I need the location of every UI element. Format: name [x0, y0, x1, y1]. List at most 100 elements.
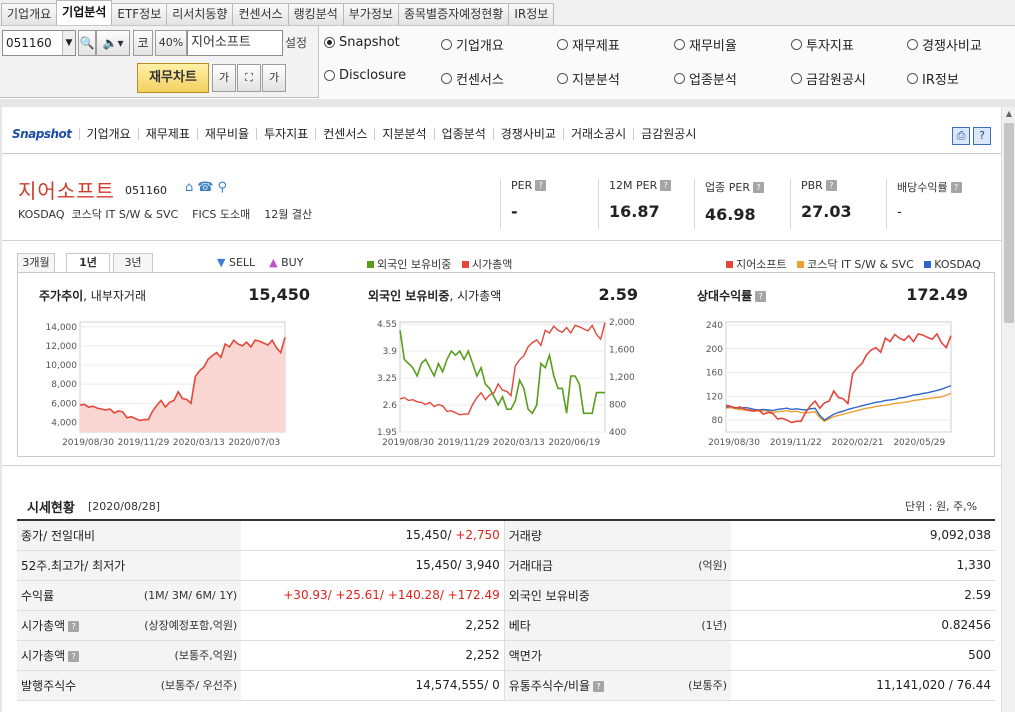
stock-code-value: 051160: [6, 36, 52, 50]
y-tick-label: 2.6: [383, 401, 398, 411]
x-tick-label: 2020/06/19: [548, 438, 600, 448]
financial-chart-button[interactable]: 재무차트: [137, 63, 209, 93]
table-row: 시가총액? (상장예정포함,억원) 2,252 베타 (1년) 0.82456: [17, 610, 995, 641]
y-tick-label: 3.25: [377, 374, 397, 384]
question-icon[interactable]: ?: [660, 180, 672, 191]
y-tick-label: 4.55: [377, 320, 397, 330]
top-tab-research[interactable]: 리서치동향: [166, 3, 234, 25]
scroll-up-icon[interactable]: ▲: [1002, 107, 1015, 121]
y2-tick-label: 800: [609, 401, 626, 411]
radio-ir[interactable]: IR정보: [907, 69, 959, 88]
radio-company-overview[interactable]: 기업개요: [441, 35, 504, 54]
y-tick-label: 3.9: [383, 347, 398, 357]
search-icon: 🔍: [79, 36, 95, 50]
location-pin-icon[interactable]: ⚲: [217, 180, 227, 195]
legend-swatch: [924, 261, 932, 268]
company-name: 지어소프트: [18, 179, 115, 203]
top-tab-ranking[interactable]: 랭킹분석: [287, 3, 344, 25]
divider: [2, 465, 1001, 466]
legend-insider: ▼ SELL ▲ BUY: [217, 256, 304, 269]
radio-industry[interactable]: 업종분석: [674, 69, 737, 88]
top-tab-consensus[interactable]: 컨센서스: [232, 3, 289, 25]
question-icon[interactable]: ?: [825, 180, 837, 191]
question-icon[interactable]: ?: [593, 680, 605, 692]
phone-icon[interactable]: ☎: [197, 180, 213, 195]
scroll-thumb[interactable]: [1004, 123, 1014, 323]
subnav-investment-index[interactable]: 투자지표: [256, 128, 315, 140]
subnav-peer-compare[interactable]: 경쟁사비교: [492, 128, 563, 140]
question-icon[interactable]: ?: [68, 650, 80, 662]
fit-button[interactable]: ⛶: [237, 64, 261, 92]
radio-peer-compare[interactable]: 경쟁사비교: [907, 35, 982, 54]
x-tick-label: 2020/03/13: [173, 438, 225, 448]
setting-button[interactable]: 설정: [285, 30, 307, 56]
radio-consensus[interactable]: 컨센서스: [441, 69, 504, 88]
radio-investment-index[interactable]: 투자지표: [791, 35, 854, 54]
radio-snapshot[interactable]: Snapshot: [324, 35, 400, 50]
company-icons: ⌂ ☎ ⚲: [185, 180, 227, 195]
subnav-exchange-disclosure[interactable]: 거래소공시: [562, 128, 633, 140]
subnav-fss-disclosure[interactable]: 금감원공시: [633, 128, 703, 140]
top-tab-ir[interactable]: IR정보: [508, 3, 555, 25]
subnav-financial-statements[interactable]: 재무제표: [137, 128, 197, 140]
subnav-financial-ratio[interactable]: 재무비율: [196, 128, 256, 140]
stock-name-field[interactable]: 지어소프트: [187, 30, 283, 56]
question-icon[interactable]: ?: [68, 620, 80, 632]
radio-disclosure[interactable]: Disclosure: [324, 68, 406, 83]
subnav-consensus[interactable]: 컨센서스: [315, 128, 374, 140]
top-tab-bar: 기업개요 기업분석 ETF정보 리서치동향 컨센서스 랭킹분석 부가정보 종목별…: [0, 0, 1015, 26]
divider: [2, 153, 1001, 154]
home-icon[interactable]: ⌂: [185, 180, 193, 195]
fics-label: FICS 도소매: [192, 208, 251, 221]
radio-dot: [674, 39, 685, 50]
chart3-title: 상대수익률?: [697, 287, 767, 304]
help-icon[interactable]: ?: [973, 127, 991, 145]
radio-dot: [791, 39, 802, 50]
period-tab-3m[interactable]: 3개월: [17, 253, 55, 273]
print-icon[interactable]: ⎙: [952, 127, 970, 145]
radio-fss-disclosure[interactable]: 금감원공시: [791, 69, 866, 88]
subnav-industry[interactable]: 업종분석: [433, 128, 493, 140]
font-small-button[interactable]: 가: [212, 64, 236, 92]
x-tick-label: 2020/05/29: [893, 438, 945, 448]
question-icon[interactable]: ?: [755, 291, 767, 302]
radio-dot: [324, 37, 335, 48]
fit-screen-icon: ⛶: [245, 71, 253, 84]
sell-triangle-icon: ▼: [217, 256, 226, 269]
top-tab-extra[interactable]: 부가정보: [342, 3, 399, 25]
relative-return-chart: 240 200 160 120 80 2019/08/30 2019/11/22 2020/0…: [706, 321, 952, 448]
radio-dot: [324, 70, 335, 81]
stock-code-input[interactable]: 051160 ▼: [2, 30, 76, 56]
quote-table: 종가/ 전일대비 15,450/ +2,750 거래량 9,092,038 52…: [17, 519, 995, 701]
radio-shareholder[interactable]: 지분분석: [557, 69, 620, 88]
vertical-scrollbar[interactable]: ▲: [1001, 107, 1015, 712]
chevron-down-icon[interactable]: ▼: [62, 31, 75, 55]
font-decrease-icon: 가: [218, 71, 230, 84]
top-tab-company-overview[interactable]: 기업개요: [1, 3, 58, 25]
radio-financial-statements[interactable]: 재무제표: [557, 35, 620, 54]
subnav-company-overview[interactable]: 기업개요: [78, 128, 138, 140]
search-button[interactable]: 🔍: [78, 30, 96, 56]
subnav-snapshot[interactable]: Snapshot: [12, 128, 79, 140]
radio-financial-ratio[interactable]: 재무비율: [674, 35, 737, 54]
question-icon[interactable]: ?: [752, 182, 764, 193]
x-tick-label: 2020/07/03: [228, 438, 280, 448]
period-tab-1y[interactable]: 1년: [66, 253, 110, 273]
ko-button[interactable]: 코: [133, 30, 153, 56]
subnav-shareholder[interactable]: 지분분석: [374, 128, 433, 140]
metric-value: 16.87: [609, 202, 660, 221]
top-tab-capital-increase[interactable]: 종목별증자예정현황: [397, 3, 510, 25]
legend-foreign: 외국인 보유비중 시가총액: [367, 256, 512, 272]
y-tick-label: 160: [706, 369, 723, 379]
top-tab-etf[interactable]: ETF정보: [111, 3, 168, 25]
period-tab-3y[interactable]: 3년: [113, 253, 153, 273]
font-large-button[interactable]: 가: [262, 64, 286, 92]
x-tick-label: 2019/11/29: [117, 438, 169, 448]
question-icon[interactable]: ?: [535, 180, 547, 191]
question-icon[interactable]: ?: [950, 182, 962, 193]
radio-dot: [557, 39, 568, 50]
ratio-button[interactable]: 40%: [155, 30, 187, 56]
metric-value: 27.03: [801, 202, 852, 221]
top-tab-company-analysis[interactable]: 기업분석: [56, 0, 113, 25]
speaker-button[interactable]: 🔈▾: [96, 30, 130, 56]
